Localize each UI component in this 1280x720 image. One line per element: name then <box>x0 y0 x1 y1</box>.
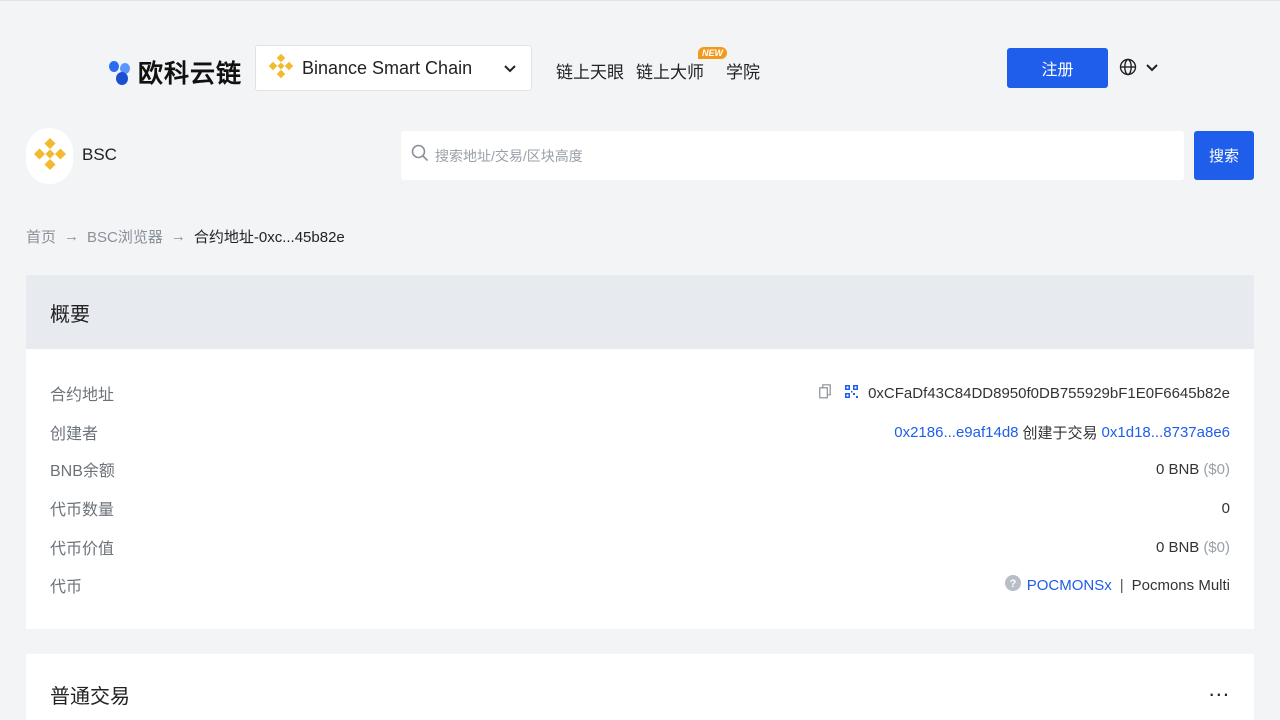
token-separator: | <box>1119 576 1124 594</box>
row-label: 代币数量 <box>50 502 115 519</box>
transactions-title: 普通交易 <box>50 686 130 708</box>
nav-item-onchain-eye[interactable]: 链上天眼 <box>556 58 624 83</box>
created-in-text: 创建于交易 <box>1022 424 1098 442</box>
chevron-down-icon <box>1145 60 1159 79</box>
breadcrumb-separator: → <box>64 228 80 245</box>
contract-address-value: 0xCFaDf43C84DD8950f0DB755929bF1E0F6645b8… <box>868 384 1230 402</box>
logo[interactable]: 欧科云链 <box>108 54 242 90</box>
row-label: 代币价值 <box>50 541 115 558</box>
creator-address-link[interactable]: 0x2186...e9af14d8 <box>894 424 1018 441</box>
row-label: 代币 <box>50 579 83 596</box>
svg-text:?: ? <box>1009 578 1016 590</box>
row-label: 创建者 <box>50 426 99 443</box>
row-contract-address: 合约地址 0xCFaDf43C84DD8950f0DB755929bF1E0F6… <box>26 381 1254 405</box>
row-label: BNB余额 <box>50 463 115 480</box>
globe-icon <box>1119 58 1137 81</box>
more-options-icon[interactable]: ... <box>1209 676 1230 702</box>
chain-logo <box>26 128 73 184</box>
token-count-value: 0 <box>1221 499 1230 517</box>
new-badge: NEW <box>698 47 727 59</box>
breadcrumb: 首页 → BSC浏览器 → 合约地址-0xc...45b82e <box>26 226 345 247</box>
token-unknown-icon: ? <box>1004 575 1021 595</box>
nav-item-academy[interactable]: 学院 <box>726 58 760 83</box>
qr-code-icon[interactable] <box>845 384 859 402</box>
register-button[interactable]: 注册 <box>1007 48 1108 88</box>
transactions-card: 普通交易 ... <box>26 654 1254 720</box>
token-value-usd: ($0) <box>1203 538 1230 556</box>
row-token: 代币 ? POCMONSx | Pocmons Multi <box>26 573 1254 597</box>
token-name: Pocmons Multi <box>1131 576 1230 594</box>
nav-item-onchain-master[interactable]: 链上大师 <box>636 58 704 83</box>
copy-icon[interactable] <box>819 383 831 403</box>
breadcrumb-separator: → <box>170 228 186 245</box>
chain-select-dropdown[interactable]: Binance Smart Chain <box>255 45 532 91</box>
row-token-count: 代币数量 0 <box>26 496 1254 520</box>
row-bnb-balance: BNB余额 0 BNB ($0) <box>26 457 1254 481</box>
row-creator: 创建者 0x2186...e9af14d8 创建于交易 0x1d18...873… <box>26 420 1254 444</box>
token-symbol-link[interactable]: POCMONSx <box>1027 577 1112 594</box>
language-selector[interactable] <box>1119 58 1159 81</box>
breadcrumb-current: 合约地址-0xc...45b82e <box>193 229 345 246</box>
chain-name: BSC <box>82 145 117 164</box>
row-token-value: 代币价值 0 BNB ($0) <box>26 535 1254 559</box>
bnb-icon <box>33 137 67 176</box>
search-input[interactable] <box>435 147 1135 164</box>
creation-tx-link[interactable]: 0x1d18...8737a8e6 <box>1102 424 1230 441</box>
row-label: 合约地址 <box>50 387 115 404</box>
bnb-icon <box>268 53 294 84</box>
search-button[interactable]: 搜索 <box>1194 131 1254 180</box>
chevron-down-icon <box>501 59 519 82</box>
bnb-balance-value: 0 BNB <box>1155 460 1200 478</box>
overview-title: 概要 <box>26 275 1254 349</box>
search-box <box>401 131 1184 180</box>
token-value-amount: 0 BNB <box>1155 538 1200 556</box>
overview-card: 概要 合约地址 0xCFaDf43C84DD8950f0DB755929bF1E… <box>26 275 1254 629</box>
logo-text: 欧科云链 <box>138 60 243 88</box>
breadcrumb-home[interactable]: 首页 <box>26 226 56 247</box>
breadcrumb-bsc-explorer[interactable]: BSC浏览器 <box>87 226 163 247</box>
search-icon <box>411 144 429 167</box>
logo-mark-icon <box>108 59 132 85</box>
chain-select-value: Binance Smart Chain <box>302 57 473 78</box>
bnb-balance-usd: ($0) <box>1203 460 1230 478</box>
